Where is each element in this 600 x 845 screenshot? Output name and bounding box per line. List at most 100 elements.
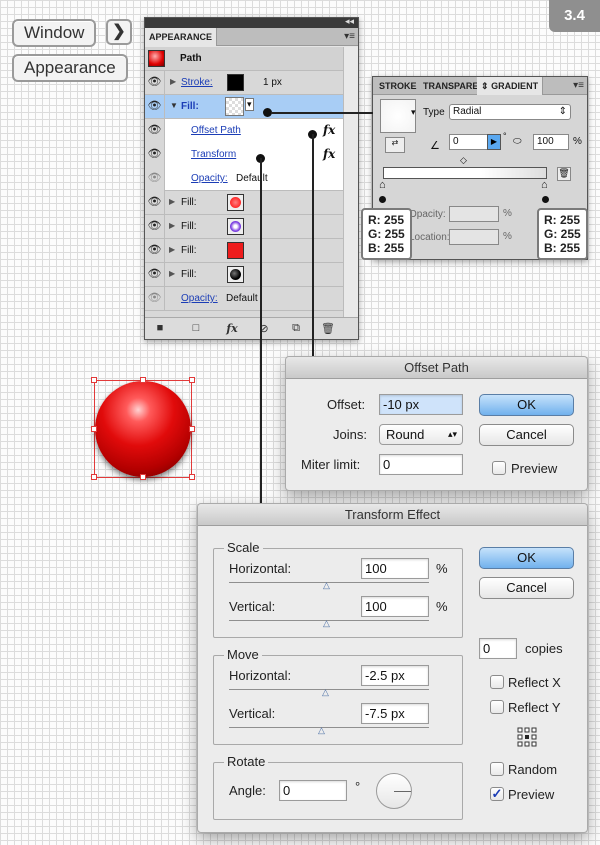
gradient-slider-bar[interactable] — [383, 167, 547, 179]
selection-handle[interactable] — [140, 474, 146, 480]
expand-triangle-icon[interactable]: ▶ — [169, 245, 175, 254]
visibility-eye-icon[interactable]: 👁 — [145, 143, 165, 167]
panel-menu-icon[interactable]: ▾≡ — [573, 80, 584, 91]
fill-swatch-black[interactable] — [227, 266, 244, 283]
move-vertical-input[interactable]: -7.5 px — [361, 703, 429, 724]
stop-opacity-field[interactable] — [449, 206, 499, 222]
gradient-type-select[interactable]: Radial ⇕ — [449, 104, 571, 120]
ok-button[interactable]: OK — [479, 547, 574, 569]
fill-label[interactable]: Fill: — [181, 221, 197, 232]
expand-triangle-icon[interactable]: ▶ — [170, 77, 176, 86]
selection-handle[interactable] — [140, 377, 146, 383]
visibility-eye-icon[interactable]: 👁 — [145, 167, 165, 191]
scale-horizontal-label: Horizontal: — [229, 561, 292, 576]
expand-triangle-icon[interactable]: ▶ — [169, 269, 175, 278]
fill-label[interactable]: Fill: — [181, 197, 197, 208]
slider-thumb-icon[interactable]: △ — [318, 725, 325, 736]
selection-handle[interactable] — [189, 377, 195, 383]
random-checkbox[interactable] — [490, 762, 504, 776]
tab-stroke[interactable]: STROKE — [375, 77, 421, 95]
fill-swatch-red-glow[interactable] — [227, 194, 244, 211]
preview-checkbox[interactable]: ✓ — [490, 787, 504, 801]
reverse-gradient-icon[interactable]: ⇄ — [385, 137, 405, 153]
collapse-triangle-icon[interactable]: ▼ — [170, 101, 178, 110]
move-horizontal-slider[interactable] — [229, 689, 429, 690]
fill-swatch-red[interactable] — [227, 242, 244, 259]
fill-label[interactable]: Fill: — [181, 269, 197, 280]
gradient-swatch-dropdown-icon[interactable]: ▾ — [411, 107, 416, 118]
angle-dial[interactable] — [376, 773, 412, 809]
red-ball-artwork[interactable] — [95, 381, 191, 477]
midpoint-diamond-icon[interactable]: ◇ — [460, 155, 467, 166]
reflect-x-checkbox[interactable] — [490, 675, 504, 689]
preview-checkbox[interactable] — [492, 461, 506, 475]
reflect-y-checkbox[interactable] — [490, 700, 504, 714]
fill-row-selected[interactable]: 👁 ▼ Fill: ▾ — [145, 95, 343, 119]
selection-handle[interactable] — [91, 474, 97, 480]
copies-input[interactable]: 0 — [479, 638, 517, 659]
fill-swatch-purple-ring[interactable] — [227, 218, 244, 235]
aspect-ratio-field[interactable]: 100 — [533, 134, 569, 150]
scale-horizontal-input[interactable]: 100 — [361, 558, 429, 579]
tab-gradient[interactable]: ⇕ GRADIENT — [477, 77, 544, 95]
swatch-dropdown-icon[interactable]: ▾ — [245, 98, 254, 111]
fill-label[interactable]: Fill: — [181, 101, 199, 112]
reference-point-locator-icon[interactable] — [517, 727, 537, 747]
collapse-icon[interactable]: ◂◂ — [345, 16, 354, 27]
selection-handle[interactable] — [189, 474, 195, 480]
slider-thumb-icon[interactable]: △ — [322, 687, 329, 698]
stroke-swatch[interactable] — [227, 74, 244, 91]
transform-link[interactable]: Transform — [191, 149, 236, 160]
tab-transparency[interactable]: TRANSPARE — [419, 77, 482, 95]
add-effect-fx-icon[interactable]: fx — [225, 322, 239, 335]
opacity-link[interactable]: Opacity: — [191, 173, 228, 184]
stroke-row[interactable]: 👁 ▶ Stroke: 1 px — [145, 71, 343, 95]
selection-handle[interactable] — [189, 426, 195, 432]
panel-menu-icon[interactable]: ▾≡ — [344, 31, 355, 42]
visibility-eye-icon[interactable]: 👁 — [145, 191, 165, 215]
visibility-eye-icon[interactable]: 👁 — [145, 263, 165, 287]
angle-dropdown-icon[interactable]: ▶ — [487, 134, 501, 150]
trash-icon[interactable]: 🗑 — [321, 322, 335, 335]
color-stop-right-icon[interactable]: ⌂ — [541, 179, 548, 191]
add-stroke-icon[interactable]: ■ — [153, 322, 167, 334]
delete-stop-icon[interactable]: 🗑 — [557, 167, 571, 181]
expand-triangle-icon[interactable]: ▶ — [169, 221, 175, 230]
slider-thumb-icon[interactable]: △ — [323, 618, 330, 629]
duplicate-item-icon[interactable]: ⧉ — [289, 322, 303, 335]
scale-vertical-input[interactable]: 100 — [361, 596, 429, 617]
add-fill-icon[interactable]: □ — [189, 322, 203, 334]
cancel-button[interactable]: Cancel — [479, 424, 574, 446]
visibility-eye-icon[interactable]: 👁 — [145, 71, 165, 95]
visibility-eye-icon[interactable]: 👁 — [145, 239, 165, 263]
ok-button[interactable]: OK — [479, 394, 574, 416]
tab-appearance[interactable]: APPEARANCE — [145, 28, 218, 46]
fill-gradient-swatch[interactable] — [225, 97, 244, 116]
visibility-eye-icon[interactable]: 👁 — [145, 119, 165, 143]
scrollbar[interactable] — [343, 47, 358, 319]
visibility-eye-icon[interactable]: 👁 — [145, 287, 165, 311]
path-row[interactable]: Path — [145, 47, 343, 71]
move-horizontal-input[interactable]: -2.5 px — [361, 665, 429, 686]
visibility-eye-icon[interactable]: 👁 — [145, 215, 165, 239]
move-vertical-slider[interactable] — [229, 727, 429, 728]
opacity-link[interactable]: Opacity: — [181, 293, 218, 304]
slider-thumb-icon[interactable]: △ — [323, 580, 330, 591]
panel-titlebar[interactable]: ◂◂ — [145, 16, 358, 28]
color-stop-left-icon[interactable]: ⌂ — [379, 179, 386, 191]
cancel-button[interactable]: Cancel — [479, 577, 574, 599]
angle-input[interactable]: 0 — [279, 780, 347, 801]
selection-handle[interactable] — [91, 377, 97, 383]
stroke-label[interactable]: Stroke: — [181, 77, 213, 88]
visibility-eye-icon[interactable]: 👁 — [145, 95, 165, 119]
appearance-menu-label: Appearance — [12, 54, 128, 82]
joins-select[interactable]: Round ▴▾ — [379, 424, 463, 445]
gradient-type-value: Radial — [453, 106, 482, 117]
expand-triangle-icon[interactable]: ▶ — [169, 197, 175, 206]
stop-location-field[interactable] — [449, 229, 499, 245]
offset-input[interactable]: -10 px — [379, 394, 463, 415]
fill-label[interactable]: Fill: — [181, 245, 197, 256]
miter-limit-input[interactable]: 0 — [379, 454, 463, 475]
selection-handle[interactable] — [91, 426, 97, 432]
offset-path-link[interactable]: Offset Path — [191, 125, 241, 136]
